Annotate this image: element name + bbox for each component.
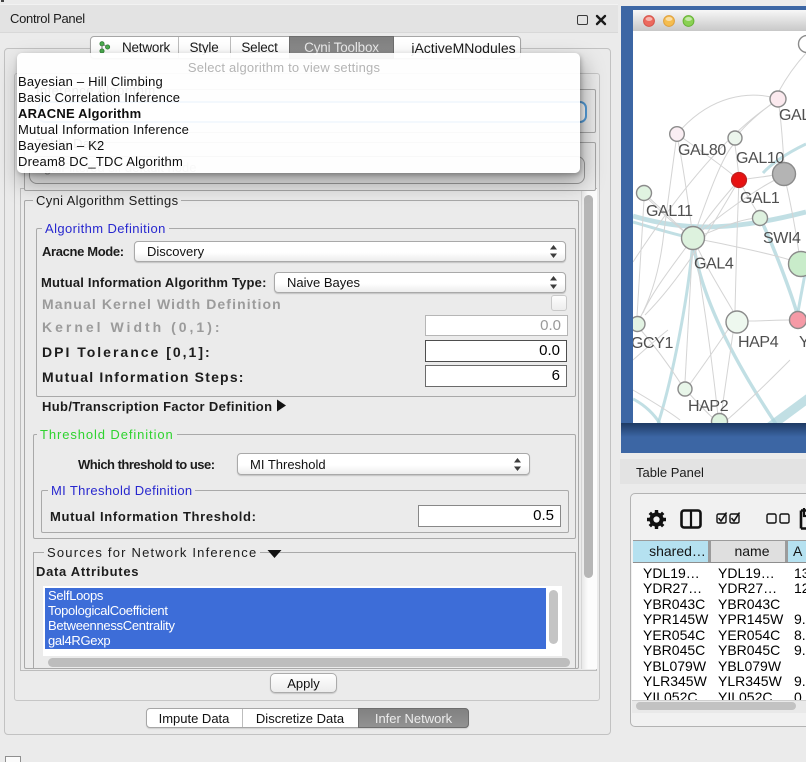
svg-text:SWI4: SWI4 (763, 230, 801, 247)
svg-text:GAL4: GAL4 (694, 256, 734, 273)
svg-text:GAL10: GAL10 (736, 150, 784, 167)
svg-text:YE: YE (799, 334, 806, 351)
svg-text:GAL1: GAL1 (740, 190, 780, 207)
svg-text:HAP2: HAP2 (688, 398, 729, 415)
svg-text:GAL11: GAL11 (646, 203, 693, 220)
svg-text:GAL80: GAL80 (678, 142, 726, 159)
svg-text:GCY1: GCY1 (633, 335, 673, 352)
svg-text:GAL2: GAL2 (779, 107, 806, 124)
svg-text:HAP4: HAP4 (738, 334, 779, 351)
